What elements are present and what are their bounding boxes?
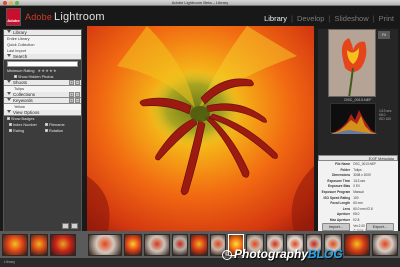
module-develop[interactable]: Develop bbox=[297, 14, 325, 23]
collections-add-remove: + − bbox=[69, 92, 80, 97]
navigator-thumbnail bbox=[329, 30, 375, 96]
import-button[interactable]: Import... bbox=[322, 223, 350, 231]
filmstrip-thumbnail[interactable] bbox=[372, 234, 398, 256]
filmstrip-thumbnail[interactable] bbox=[88, 234, 122, 256]
export-button[interactable]: Export... bbox=[365, 223, 394, 231]
histogram-filename: DSC_0013.NEF bbox=[344, 98, 372, 102]
main-photo-view[interactable] bbox=[87, 26, 314, 234]
zoom-fit-button[interactable]: Fit bbox=[378, 31, 390, 39]
disclosure-triangle-icon bbox=[7, 92, 11, 95]
keywords-panel-header[interactable]: Keywords + − bbox=[4, 98, 81, 104]
filmstrip-thumbnail[interactable] bbox=[144, 234, 170, 256]
search-input[interactable] bbox=[7, 61, 78, 67]
metadata-panel: EXIF Metadata File Name DSC_0013.NEF Folde… bbox=[318, 155, 398, 236]
add-icon[interactable]: + bbox=[69, 98, 74, 103]
module-picker: Library | Develop | Slideshow | Print bbox=[264, 14, 394, 23]
right-panel: Fit DSC_0013.NEF 1/13 sec f/8.0 ISO 100 … bbox=[318, 29, 398, 236]
loupe-view-button[interactable] bbox=[71, 223, 78, 229]
watermark-text-b: BLOG bbox=[308, 247, 343, 261]
remove-icon[interactable]: − bbox=[75, 92, 80, 97]
view-mode-controls bbox=[62, 223, 78, 229]
histogram-exposure-info: 1/13 sec f/8.0 ISO 100 bbox=[379, 109, 397, 121]
remove-icon[interactable]: − bbox=[75, 98, 80, 103]
library-panel-header[interactable]: Library bbox=[4, 30, 81, 36]
filmstrip-thumbnail[interactable] bbox=[50, 234, 76, 256]
tulip-photo bbox=[87, 26, 314, 234]
navigator-preview[interactable] bbox=[328, 29, 376, 97]
view-options-panel-header[interactable]: View Options bbox=[4, 110, 81, 116]
add-icon[interactable]: + bbox=[69, 92, 74, 97]
filmstrip-thumbnail[interactable] bbox=[190, 234, 208, 256]
app-name-prefix: Adobe bbox=[25, 12, 53, 22]
checkbox-icon[interactable] bbox=[9, 123, 12, 126]
filmstrip-thumbnail[interactable] bbox=[124, 234, 142, 256]
grid-view-button[interactable] bbox=[62, 223, 69, 229]
find-panel-header[interactable]: Search bbox=[4, 54, 81, 60]
checkbox-icon[interactable] bbox=[9, 129, 12, 132]
disclosure-triangle-icon bbox=[7, 98, 11, 101]
module-library[interactable]: Library bbox=[264, 14, 287, 23]
module-print[interactable]: Print bbox=[379, 14, 394, 23]
checkbox-icon[interactable] bbox=[45, 123, 48, 126]
disclosure-triangle-icon bbox=[7, 54, 11, 57]
left-panel: Library Entire Library Quick Collection … bbox=[3, 29, 82, 232]
checkbox-icon[interactable] bbox=[7, 117, 10, 120]
filmstrip-thumbnail[interactable] bbox=[172, 234, 188, 256]
app-name: Adobe Lightroom bbox=[25, 11, 105, 23]
disclosure-triangle-icon bbox=[7, 80, 11, 83]
histogram-graph bbox=[331, 110, 377, 134]
badge-option-rotation[interactable]: Rotation bbox=[45, 128, 81, 134]
module-header: Adobe Adobe Lightroom Library | Develop |… bbox=[0, 6, 400, 28]
import-export-row: Import... Export... bbox=[318, 223, 398, 231]
filmstrip-thumbnail[interactable] bbox=[344, 234, 370, 256]
shoots-add-remove: + − bbox=[69, 80, 80, 85]
keywords-add-remove: + − bbox=[69, 98, 80, 103]
app-logo: Adobe Adobe Lightroom bbox=[6, 8, 105, 26]
filmstrip-thumbnail[interactable] bbox=[30, 234, 48, 256]
copyright-icon: © bbox=[222, 250, 232, 260]
checkbox-icon[interactable] bbox=[45, 129, 48, 132]
badge-option-rating[interactable]: Rating bbox=[9, 128, 45, 134]
shoots-panel-header[interactable]: Shoots + − bbox=[4, 80, 81, 86]
module-slideshow[interactable]: Slideshow bbox=[334, 14, 368, 23]
module-separator: | bbox=[291, 14, 293, 23]
photographyblog-watermark: © PhotographyBLOG bbox=[222, 247, 343, 261]
watermark-text-a: Photography bbox=[234, 247, 308, 261]
module-separator: | bbox=[372, 14, 375, 23]
badge-options: Index Number Filename Rating Rotation bbox=[4, 122, 81, 134]
filmstrip-thumbnail[interactable] bbox=[2, 234, 28, 256]
histogram-chart bbox=[330, 103, 377, 134]
remove-icon[interactable]: − bbox=[75, 80, 80, 85]
add-icon[interactable]: + bbox=[69, 80, 74, 85]
disclosure-triangle-icon bbox=[7, 30, 11, 33]
app-name-text: Lightroom bbox=[54, 11, 105, 23]
adobe-logo-icon: Adobe bbox=[6, 8, 21, 26]
checkbox-icon[interactable] bbox=[14, 75, 17, 78]
disclosure-triangle-icon bbox=[7, 110, 11, 113]
histogram-iso: ISO 100 bbox=[379, 117, 392, 121]
module-separator: | bbox=[328, 14, 331, 23]
